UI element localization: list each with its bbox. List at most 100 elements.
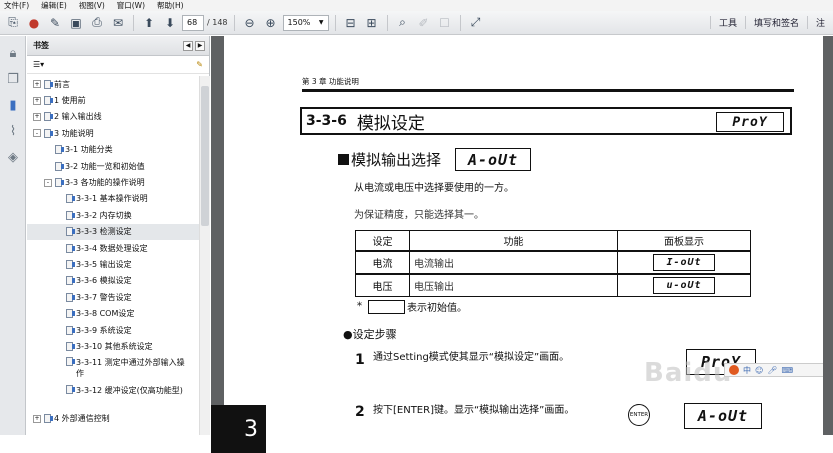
panel-controls: ◀ ▶: [183, 40, 205, 51]
menu-bar: 文件(F) 编辑(E) 视图(V) 窗口(W) 帮助(H): [0, 0, 833, 11]
menu-item[interactable]: 视图(V): [79, 0, 105, 11]
function-cell: 电流输出: [409, 249, 618, 275]
expand-icon[interactable]: +: [33, 80, 41, 89]
scrollbar-thumb[interactable]: [201, 86, 209, 226]
chapter-tab: 3: [211, 405, 266, 453]
bookmarks-scrollbar[interactable]: [199, 76, 210, 435]
bookmark-item[interactable]: 3-3-6 模拟设定: [27, 273, 199, 289]
email-icon[interactable]: ✉: [109, 14, 127, 32]
zoom-in-icon[interactable]: ⊕: [262, 14, 280, 32]
bookmark-item[interactable]: +2 输入输出线: [27, 109, 199, 125]
bookmark-item[interactable]: 3-2 功能一览和初始值: [27, 158, 199, 174]
page-up-icon[interactable]: ⬆: [140, 14, 158, 32]
menu-item[interactable]: 文件(F): [4, 0, 29, 11]
ime-mic-icon[interactable]: 🎤︎: [767, 366, 777, 375]
bookmark-item[interactable]: 3-3-3 检测设定: [27, 223, 199, 240]
bookmark-item[interactable]: 3-3-9 系统设定: [27, 322, 199, 338]
collapse-icon[interactable]: -: [44, 178, 52, 187]
zoom-out-icon[interactable]: ⊖: [241, 14, 259, 32]
input-method-bar[interactable]: 中 ☺ 🎤︎ ⌨: [724, 363, 833, 377]
edit-icon[interactable]: ✎: [46, 14, 64, 32]
bookmark-item[interactable]: 3-3-12 缓冲设定(仅高功能型): [27, 383, 199, 411]
bookmark-page-icon: [66, 292, 75, 302]
fill-sign-button[interactable]: 填写和签名: [744, 16, 807, 29]
page-total: / 148: [207, 18, 228, 27]
find-icon[interactable]: ⌕: [394, 14, 412, 32]
square-bullet-icon: [338, 154, 349, 165]
tools-button[interactable]: 工具: [709, 16, 745, 29]
bookmark-tree: + 前言 +1 使用前 +2 输入输出线 - 3 功能说明 3-1 功能分类 3-2 功能一览…: [27, 76, 199, 435]
toolbar-divider: [334, 14, 336, 31]
bookmark-item[interactable]: + 前言: [27, 76, 199, 92]
bookmark-label: 3 功能说明: [54, 128, 94, 138]
bookmark-label: 3-3-9 系统设定: [76, 325, 132, 335]
bookmark-label: 3-3 各功能的操作说明: [65, 178, 145, 188]
full-screen-icon[interactable]: ⊞: [363, 14, 381, 32]
bookmark-item[interactable]: 3-3-8 COM设定: [27, 305, 199, 321]
comment-button[interactable]: 注: [806, 16, 833, 29]
bookmark-item[interactable]: +1 使用前: [27, 92, 199, 108]
enter-key-icon: ENTER: [628, 404, 650, 426]
ime-mode-icon[interactable]: 中: [743, 365, 751, 376]
bookmark-page-icon: [66, 243, 75, 253]
expand-icon[interactable]: ⤢: [467, 14, 485, 32]
bookmark-item[interactable]: - 3-3 各功能的操作说明: [27, 174, 199, 190]
document-page: 第 3 章 功能说明 3-3-6 模拟设定 ProY 模拟输出选择 A-oUt …: [224, 36, 833, 435]
bookmark-item[interactable]: - 3 功能说明: [27, 125, 199, 141]
setting-cell: 电流: [355, 249, 410, 275]
bookmark-page-icon: [66, 276, 75, 286]
bookmark-label: 3-2 功能一览和初始值: [65, 161, 145, 171]
menu-item[interactable]: 窗口(W): [117, 0, 145, 11]
bookmark-item[interactable]: 3-1 功能分类: [27, 142, 199, 158]
collapse-icon[interactable]: -: [33, 129, 41, 138]
menu-item[interactable]: 编辑(E): [41, 0, 67, 11]
bookmark-label: 3-3-6 模拟设定: [76, 276, 132, 286]
page-number-input[interactable]: 68: [182, 14, 204, 31]
bookmark-page-icon: [44, 79, 53, 89]
step-number: 2: [355, 404, 365, 420]
toolbar-divider: [233, 14, 235, 31]
lock-icon[interactable]: 🔒︎: [4, 44, 22, 62]
header-rule: [302, 89, 794, 92]
ime-punct-icon[interactable]: ☺: [755, 366, 763, 375]
layers-icon[interactable]: ◈: [4, 148, 22, 166]
pages-icon[interactable]: ❐: [4, 70, 22, 88]
bookmark-item[interactable]: 3-3-7 警告设定: [27, 289, 199, 305]
bookmark-item[interactable]: 3-3-2 内存切换: [27, 207, 199, 223]
sign-icon[interactable]: ✐: [415, 14, 433, 32]
menu-item[interactable]: 帮助(H): [157, 0, 184, 11]
attachment-icon[interactable]: ⌇: [4, 122, 22, 140]
ime-keyboard-icon[interactable]: ⌨: [782, 366, 794, 375]
bookmark-item[interactable]: 3-3-5 输出设定: [27, 256, 199, 272]
bookmark-label: 3-3-7 警告设定: [76, 292, 132, 302]
bookmark-item[interactable]: 3-3-11 测定中通过外部输入操作: [27, 355, 199, 383]
bookmark-item[interactable]: 3-3-10 其他系统设定: [27, 338, 199, 354]
bookmark-item[interactable]: 3-3-4 数据处理设定: [27, 240, 199, 256]
bookmark-options-icon[interactable]: ☰▾: [33, 60, 44, 69]
open-icon[interactable]: ●: [25, 14, 43, 32]
toolbar-divider: [133, 14, 134, 31]
print-icon[interactable]: ⎙: [88, 14, 106, 32]
bookmark-item[interactable]: 3-3-1 基本操作说明: [27, 191, 199, 207]
bookmark-settings-icon[interactable]: ✎: [196, 60, 203, 69]
collapse-panel-icon[interactable]: ◀: [183, 40, 193, 51]
bookmark-page-icon: [66, 384, 75, 394]
expand-icon[interactable]: +: [33, 414, 41, 423]
document-scrollbar[interactable]: [823, 36, 833, 435]
expand-icon[interactable]: +: [33, 112, 41, 121]
create-icon[interactable]: ⎘: [4, 14, 22, 32]
bookmark-item[interactable]: +4 外部通信控制: [27, 411, 199, 427]
column-header: 面板显示: [617, 230, 751, 251]
zoom-select[interactable]: 150% ▼: [282, 14, 329, 31]
expand-panel-icon[interactable]: ▶: [195, 40, 205, 51]
expand-icon[interactable]: +: [33, 96, 41, 105]
fit-page-icon[interactable]: ⊟: [342, 14, 360, 32]
bookmark-icon[interactable]: ▮: [4, 96, 22, 114]
comment-icon[interactable]: ☐: [436, 14, 454, 32]
bookmark-label: 3-3-10 其他系统设定: [76, 341, 153, 351]
save-icon[interactable]: ▣: [67, 14, 85, 32]
subsection-display-code: A-oUt: [455, 148, 532, 171]
toolbar-divider: [386, 14, 388, 31]
bookmark-page-icon: [66, 356, 75, 366]
page-down-icon[interactable]: ⬇: [161, 14, 179, 32]
